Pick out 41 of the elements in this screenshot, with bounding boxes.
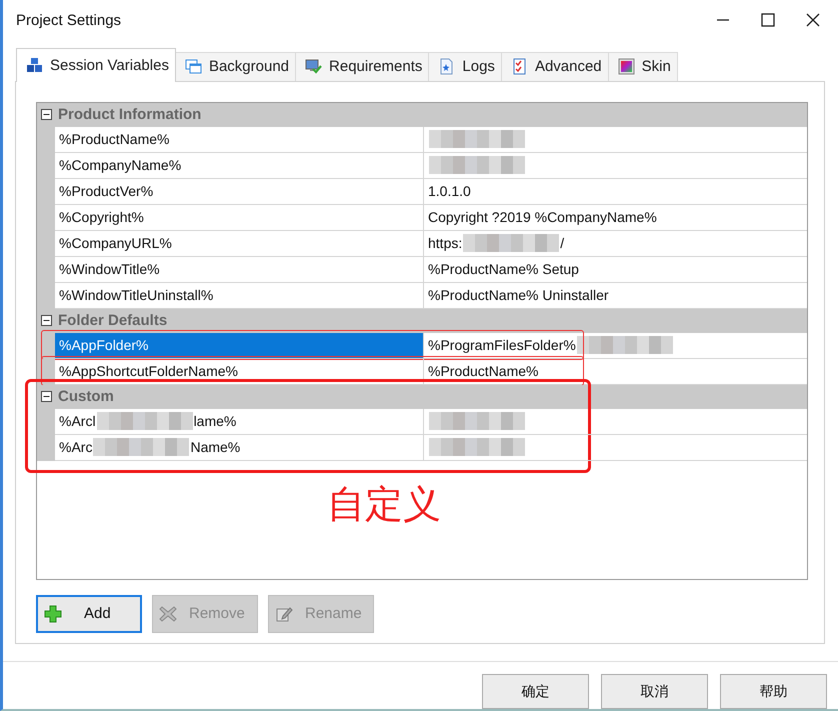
- property-name[interactable]: %Arc Name%: [55, 434, 424, 461]
- group-title: Product Information: [58, 106, 202, 124]
- add-button[interactable]: Add: [36, 594, 142, 633]
- property-name[interactable]: %CompanyName%: [55, 152, 424, 179]
- property-value[interactable]: Copyright ?2019 %CompanyName%: [424, 204, 807, 231]
- tab[interactable]: Skin: [608, 52, 678, 81]
- property-name[interactable]: %Arcl lame%: [55, 408, 424, 435]
- close-icon[interactable]: [806, 13, 820, 28]
- x-icon: [159, 604, 177, 623]
- property-value[interactable]: %ProductName% Setup: [424, 256, 807, 283]
- windows-icon: [184, 58, 202, 76]
- annotation-text: 自定义: [327, 482, 441, 527]
- tab[interactable]: Background: [174, 52, 296, 81]
- property-name[interactable]: %ProductVer%: [55, 178, 424, 205]
- maximize-icon[interactable]: [761, 13, 775, 28]
- row-gutter: [37, 434, 55, 461]
- property-name[interactable]: %ProductName%: [55, 126, 424, 153]
- monitor-check-icon: [305, 58, 322, 76]
- property-value[interactable]: https: /: [424, 230, 807, 257]
- tab[interactable]: Session Variables: [16, 48, 176, 82]
- help-button[interactable]: 帮助: [720, 674, 827, 709]
- cancel-button[interactable]: 取消: [601, 674, 708, 709]
- plus-icon: [44, 604, 62, 623]
- cubes-icon: [26, 56, 43, 74]
- property-name[interactable]: %Copyright%: [55, 204, 424, 231]
- pencil-note-icon: [275, 604, 293, 623]
- tab[interactable]: Logs: [428, 52, 502, 81]
- ok-button[interactable]: 确定: [482, 674, 589, 709]
- checklist-icon: [510, 58, 528, 76]
- group-title: Custom: [58, 388, 114, 406]
- property-value[interactable]: %ProgramFilesFolder%: [424, 332, 807, 359]
- document-icon: [438, 58, 456, 76]
- window-title: Project Settings: [16, 12, 122, 29]
- tab[interactable]: Advanced: [500, 52, 609, 81]
- property-name[interactable]: %CompanyURL%: [55, 230, 424, 257]
- group-title: Folder Defaults: [58, 312, 168, 330]
- property-value[interactable]: 1.0.1.0: [424, 178, 807, 205]
- tab[interactable]: Requirements: [295, 52, 430, 81]
- property-name[interactable]: %WindowTitle%: [55, 256, 424, 283]
- property-name[interactable]: %AppFolder%: [55, 332, 424, 359]
- color-swatch-icon: [618, 58, 635, 76]
